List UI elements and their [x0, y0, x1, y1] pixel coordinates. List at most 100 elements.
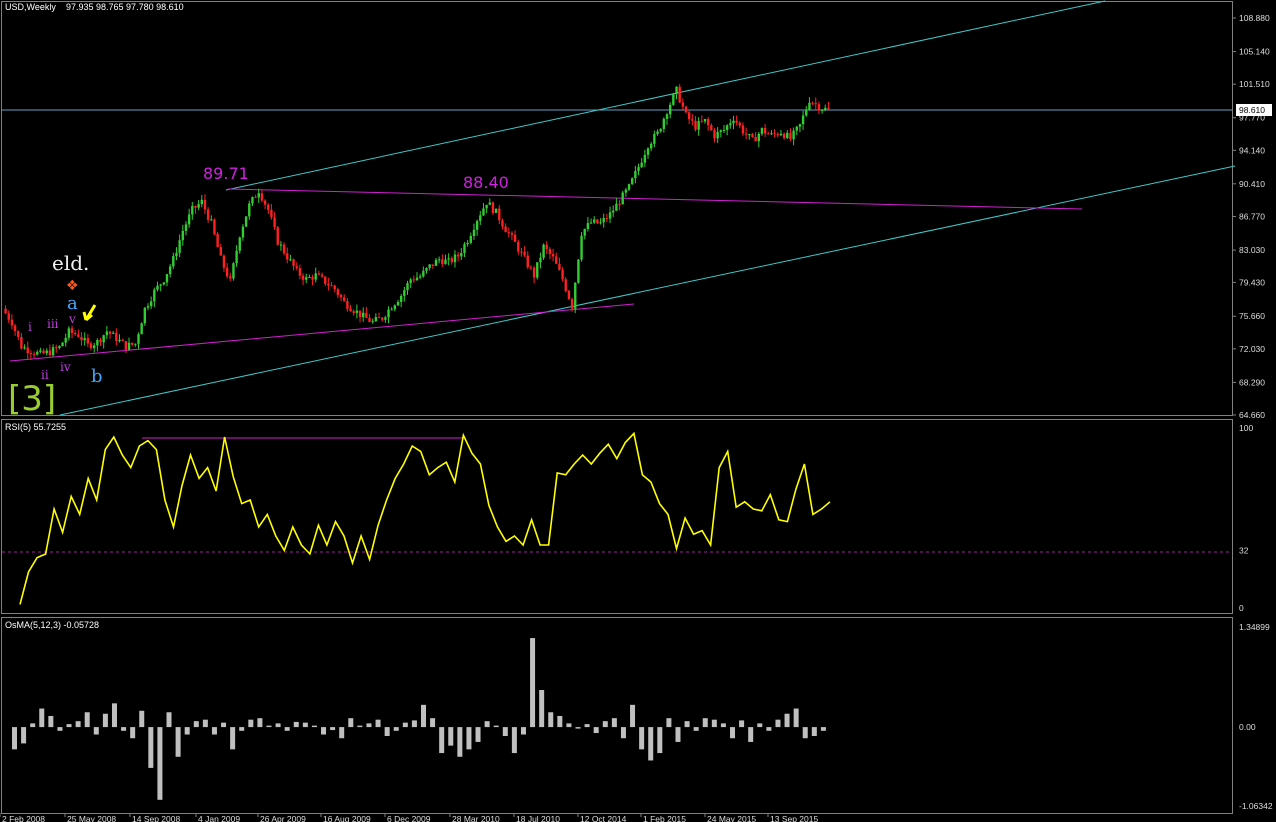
candle-body	[770, 133, 773, 135]
price-tick-label: 105.140	[1239, 47, 1270, 57]
candle-body	[289, 259, 292, 261]
candle-body	[583, 229, 586, 236]
candle-body	[586, 223, 590, 230]
candle-body	[608, 212, 612, 219]
rsi-tick-label: 100	[1239, 423, 1253, 433]
candle-body	[365, 312, 368, 319]
time-tick-label: 12 Oct 2014	[580, 814, 627, 822]
candle-body	[570, 299, 574, 309]
candle-body	[662, 118, 666, 129]
candle-body	[184, 224, 188, 231]
candle-body	[99, 340, 102, 343]
candle-body	[624, 189, 628, 193]
osma-bar	[139, 710, 145, 728]
osma-bar	[657, 727, 663, 754]
candle-body	[539, 257, 542, 263]
osma-bar	[448, 727, 454, 746]
osma-bar	[702, 718, 708, 728]
osma-bar	[66, 724, 72, 728]
candle-body	[425, 267, 428, 271]
candle-body	[216, 233, 219, 248]
candle-body	[295, 266, 298, 269]
osma-bar	[102, 713, 108, 728]
candle-body	[210, 219, 213, 221]
candle-body	[646, 148, 650, 155]
candle-body	[580, 235, 583, 260]
price-tick-label: 94.140	[1239, 145, 1265, 155]
osma-bar	[730, 727, 736, 739]
osma-bar	[593, 727, 599, 734]
candle-body	[805, 109, 808, 116]
candle-body	[789, 132, 792, 140]
candle-body	[460, 253, 463, 257]
candle-body	[77, 334, 80, 337]
candle-body	[270, 210, 273, 218]
osma-bar	[57, 727, 63, 731]
candle-body	[697, 121, 700, 130]
candle-body	[782, 133, 786, 139]
resistance-trendline	[227, 188, 1083, 210]
candle-body	[23, 347, 26, 349]
degree-label: [3]	[8, 379, 56, 419]
candle-body	[396, 301, 400, 306]
candle-body	[121, 339, 124, 342]
osma-bar	[466, 727, 472, 750]
time-tick-label: 26 Apr 2009	[260, 814, 306, 822]
candle-body	[42, 350, 45, 354]
candle-body	[637, 167, 640, 171]
osma-bar	[775, 719, 781, 728]
candle-body	[691, 119, 694, 121]
osma-bar	[148, 727, 154, 768]
candle-body	[729, 123, 732, 126]
candle-body	[241, 226, 245, 238]
candle-body	[96, 340, 99, 346]
candle-body	[251, 197, 254, 204]
candle-body	[393, 305, 397, 310]
candle-body	[577, 259, 580, 283]
candle-body	[105, 331, 109, 336]
time-tick-label: 14 Sep 2008	[132, 814, 180, 822]
ohlc-readout: 97.935 98.765 97.780 98.610	[66, 2, 184, 12]
osma-bar	[339, 727, 345, 739]
osma-bar	[348, 718, 354, 728]
candle-body	[422, 270, 425, 277]
osma-bar	[121, 727, 127, 731]
candle-body	[80, 336, 83, 341]
osma-bar	[602, 721, 608, 728]
candle-body	[437, 259, 441, 261]
osma-bar	[575, 727, 581, 729]
osma-bar	[666, 718, 672, 728]
candle-body	[498, 208, 501, 221]
rsi-y-axis: 100 32 0	[1239, 423, 1253, 613]
candle-body	[194, 205, 197, 208]
candle-body	[710, 125, 713, 131]
time-tick-label: 6 Dec 2009	[387, 814, 431, 822]
candle-body	[225, 267, 229, 277]
candle-body	[811, 102, 814, 104]
candle-body	[172, 256, 175, 267]
candle-body	[621, 192, 624, 205]
osma-bar	[766, 727, 772, 731]
candle-body	[450, 258, 454, 263]
candle-body	[605, 218, 609, 220]
candle-body	[827, 107, 830, 110]
osma-bar	[720, 723, 726, 728]
osma-bar	[648, 727, 654, 761]
candle-body	[412, 279, 416, 281]
candle-body	[368, 318, 371, 322]
candle-body	[491, 202, 495, 213]
osma-bar	[493, 725, 499, 728]
candle-body	[314, 273, 317, 280]
osma-histogram	[12, 638, 826, 800]
candle-body	[222, 255, 226, 268]
candle-body	[703, 119, 707, 122]
osma-bar	[439, 727, 445, 754]
candle-body	[659, 128, 662, 132]
candle-body	[488, 202, 491, 205]
osma-bar	[566, 723, 572, 728]
wave-label-v: v	[68, 312, 76, 326]
time-tick-label: 18 Jul 2010	[516, 814, 560, 822]
osma-bar	[802, 727, 808, 739]
candle-body	[254, 197, 257, 199]
osma-bar	[93, 727, 99, 735]
